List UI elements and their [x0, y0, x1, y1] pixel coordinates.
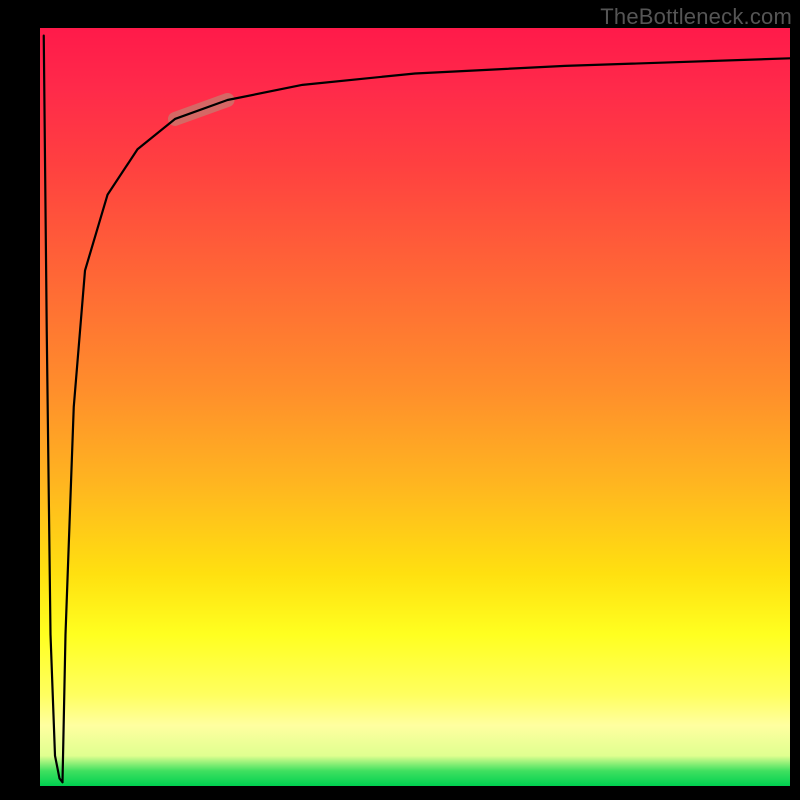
- curve-dip: [44, 36, 63, 783]
- plot-area: [40, 28, 790, 786]
- curve-log-rise: [63, 58, 791, 782]
- attribution-text: TheBottleneck.com: [600, 4, 792, 30]
- chart-container: TheBottleneck.com: [0, 0, 800, 800]
- curve-layer: [40, 28, 790, 786]
